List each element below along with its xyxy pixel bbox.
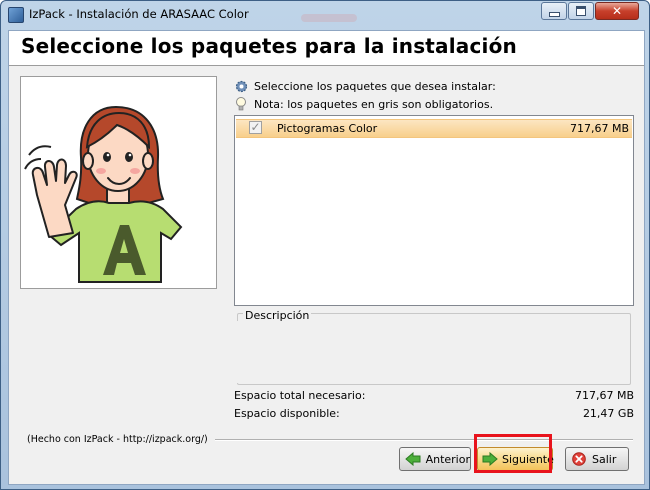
close-icon: ✕: [611, 4, 623, 18]
package-list[interactable]: ✓ Pictogramas Color 717,67 MB: [234, 115, 634, 306]
next-button-highlight: [474, 434, 552, 473]
arrow-left-icon: [404, 451, 422, 467]
lightbulb-icon: [234, 97, 248, 111]
blurred-background-text: [301, 14, 357, 22]
exit-button-label: Salir: [592, 452, 617, 466]
maximize-icon: [576, 6, 586, 16]
package-row[interactable]: ✓ Pictogramas Color 717,67 MB: [236, 119, 632, 138]
package-name: Pictogramas Color: [277, 122, 378, 135]
available-space-row: Espacio disponible: 21,47 GB: [234, 407, 634, 422]
required-space-value: 717,67 MB: [574, 389, 634, 402]
app-icon: [8, 7, 24, 23]
previous-button-label: Anterior: [425, 452, 470, 466]
gear-icon: [234, 79, 248, 93]
cancel-icon: [570, 451, 588, 467]
footer-separator: [215, 439, 633, 441]
minimize-icon: [548, 11, 560, 17]
installer-panel: Seleccione los paquetes para la instalac…: [8, 30, 645, 485]
previous-button[interactable]: Anterior: [399, 447, 471, 471]
title-bar[interactable]: IzPack - Instalación de ARASAAC Color ✕: [1, 1, 649, 27]
available-space-value: 21,47 GB: [582, 407, 634, 420]
description-label: Descripción: [243, 309, 312, 322]
required-space-row: Espacio total necesario: 717,67 MB: [234, 389, 634, 404]
made-with-izpack-text: (Hecho con IzPack - http://izpack.org/): [27, 434, 208, 445]
pictogram-image: [20, 76, 217, 289]
required-space-label: Espacio total necesario:: [234, 389, 366, 402]
close-button[interactable]: ✕: [595, 2, 639, 20]
checkmark-icon: ✓: [250, 120, 261, 134]
installer-window: IzPack - Instalación de ARASAAC Color ✕ …: [0, 0, 650, 490]
window-title: IzPack - Instalación de ARASAAC Color: [29, 7, 249, 21]
package-size: 717,67 MB: [569, 122, 629, 135]
package-checkbox[interactable]: ✓: [249, 121, 262, 134]
header: Seleccione los paquetes para la instalac…: [9, 31, 644, 66]
page-title: Seleccione los paquetes para la instalac…: [21, 34, 517, 58]
select-instruction-text: Seleccione los paquetes que desea instal…: [254, 79, 496, 93]
required-note-text: Nota: los paquetes en gris son obligator…: [254, 97, 494, 111]
exit-button[interactable]: Salir: [565, 447, 629, 471]
required-note: Nota: los paquetes en gris son obligator…: [234, 97, 493, 111]
minimize-button[interactable]: [541, 2, 567, 20]
maximize-button[interactable]: [568, 2, 594, 20]
select-instruction: Seleccione los paquetes que desea instal…: [234, 79, 496, 93]
description-text: [237, 321, 629, 383]
girl-waving-pictogram: [24, 105, 183, 283]
available-space-label: Espacio disponible:: [234, 407, 340, 420]
